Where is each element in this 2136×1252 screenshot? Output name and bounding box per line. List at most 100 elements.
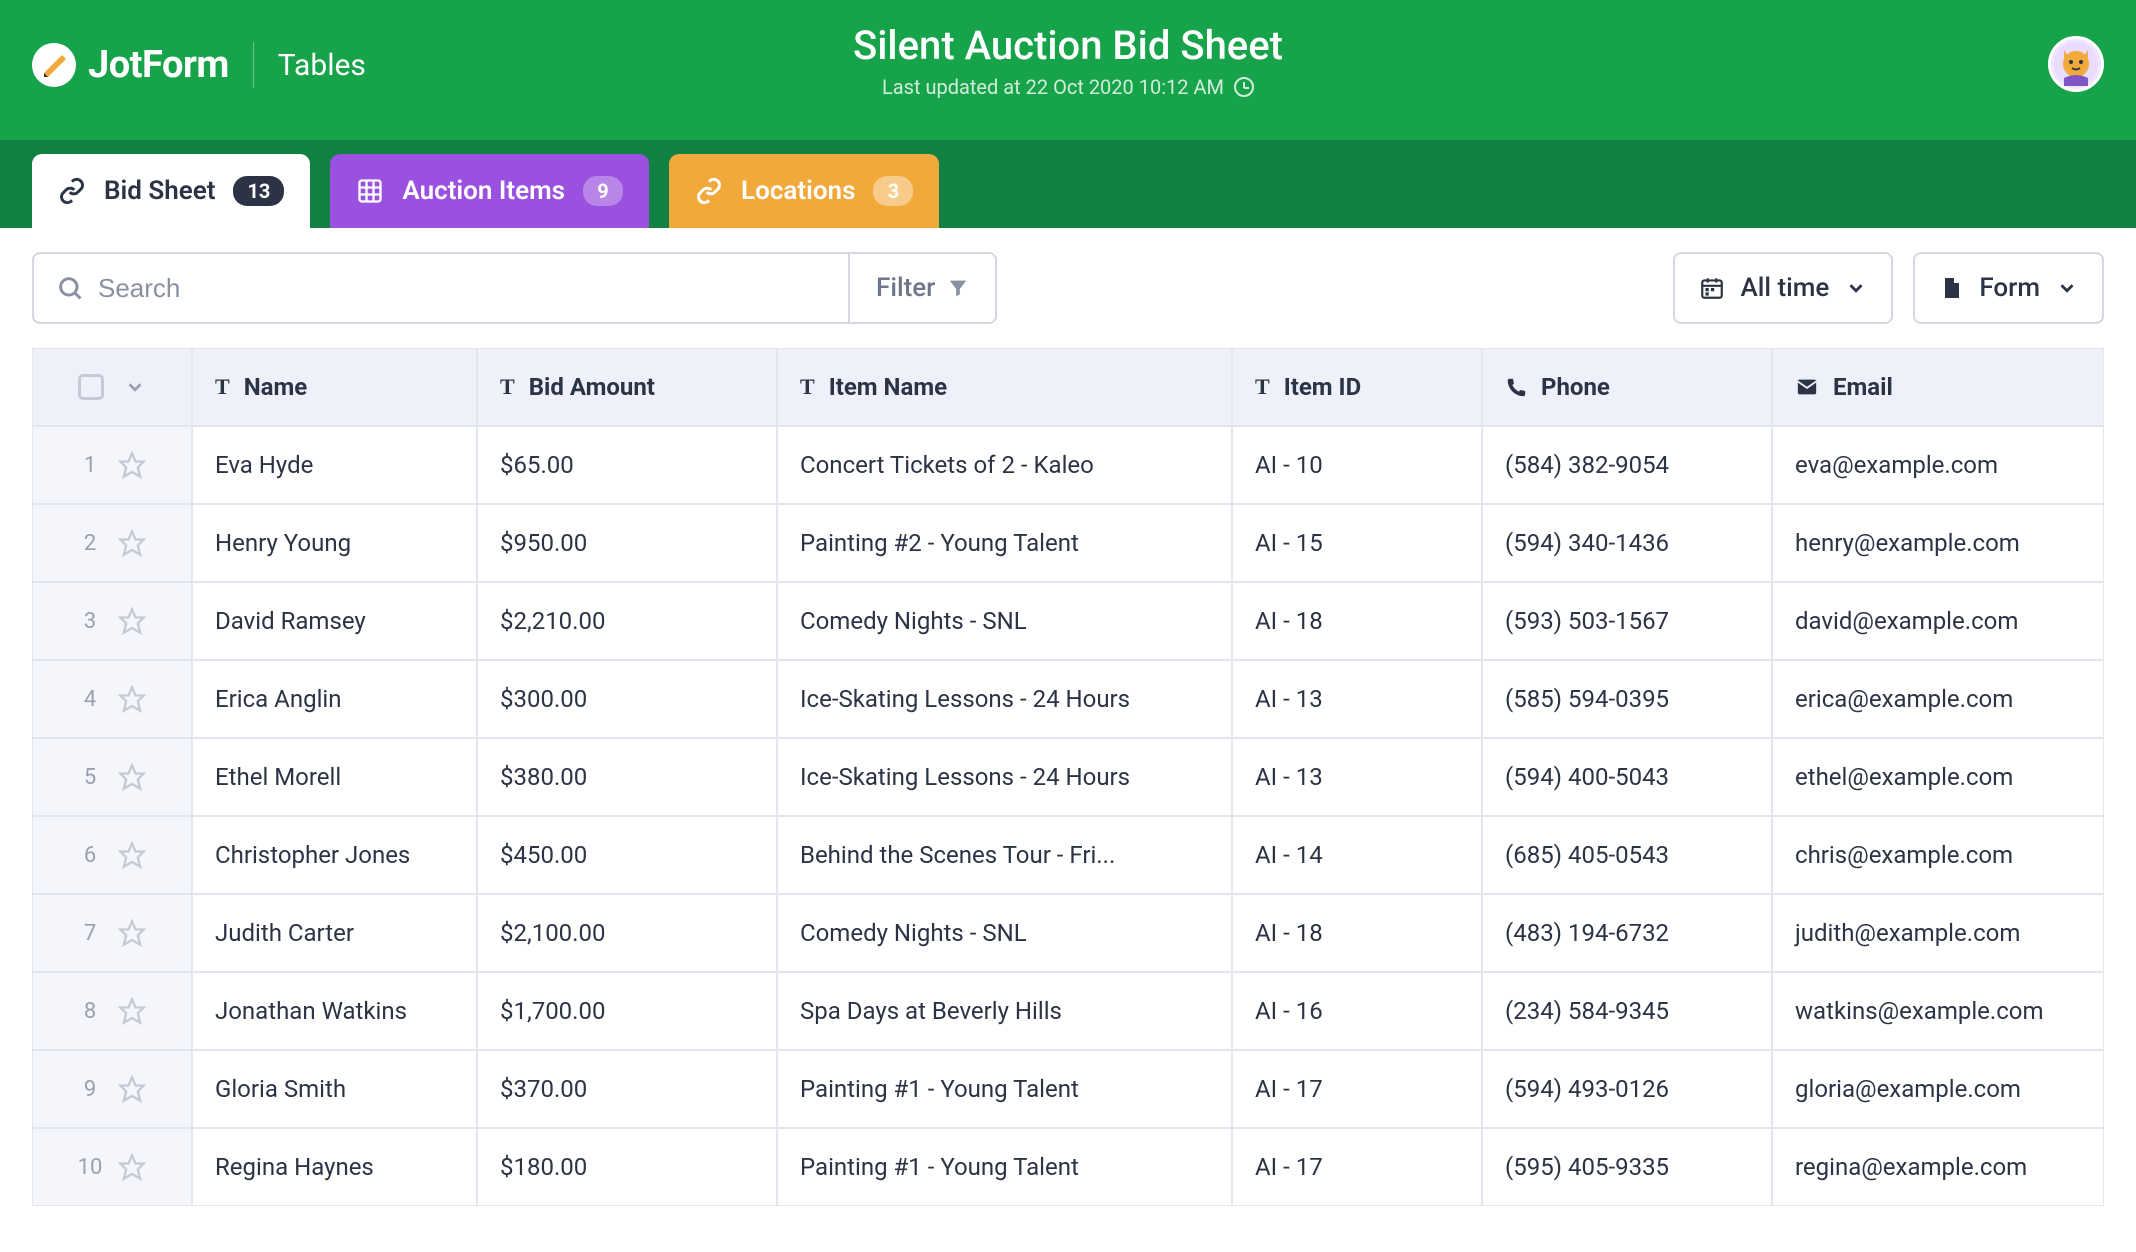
table-row[interactable]: 7Judith Carter$2,100.00Comedy Nights - S… bbox=[32, 894, 2104, 972]
search-box[interactable] bbox=[34, 254, 848, 322]
table-row[interactable]: 8Jonathan Watkins$1,700.00Spa Days at Be… bbox=[32, 972, 2104, 1050]
cell-item-id[interactable]: AI - 13 bbox=[1232, 738, 1482, 816]
brand-section[interactable]: Tables bbox=[278, 48, 366, 83]
cell-phone[interactable]: (594) 340-1436 bbox=[1482, 504, 1772, 582]
logo[interactable]: JotForm bbox=[32, 43, 229, 87]
row-selector-cell[interactable]: 7 bbox=[32, 894, 192, 972]
tab-auction-items[interactable]: Auction Items 9 bbox=[330, 154, 649, 228]
cell-item-id[interactable]: AI - 15 bbox=[1232, 504, 1482, 582]
tab-locations[interactable]: Locations 3 bbox=[669, 154, 939, 228]
table-row[interactable]: 6Christopher Jones$450.00Behind the Scen… bbox=[32, 816, 2104, 894]
cell-name[interactable]: Eva Hyde bbox=[192, 426, 477, 504]
row-selector-cell[interactable]: 4 bbox=[32, 660, 192, 738]
cell-item-id[interactable]: AI - 18 bbox=[1232, 894, 1482, 972]
favorite-star-icon[interactable] bbox=[118, 529, 146, 557]
table-row[interactable]: 3David Ramsey$2,210.00Comedy Nights - SN… bbox=[32, 582, 2104, 660]
cell-email[interactable]: watkins@example.com bbox=[1772, 972, 2104, 1050]
cell-phone[interactable]: (594) 493-0126 bbox=[1482, 1050, 1772, 1128]
cell-email[interactable]: david@example.com bbox=[1772, 582, 2104, 660]
cell-item-name[interactable]: Concert Tickets of 2 - Kaleo bbox=[777, 426, 1232, 504]
cell-name[interactable]: David Ramsey bbox=[192, 582, 477, 660]
cell-item-name[interactable]: Comedy Nights - SNL bbox=[777, 894, 1232, 972]
form-dropdown[interactable]: Form bbox=[1913, 252, 2104, 324]
cell-email[interactable]: judith@example.com bbox=[1772, 894, 2104, 972]
search-input[interactable] bbox=[98, 273, 826, 304]
row-selector-cell[interactable]: 10 bbox=[32, 1128, 192, 1206]
row-selector-cell[interactable]: 1 bbox=[32, 426, 192, 504]
column-header-item-name[interactable]: TItem Name bbox=[777, 348, 1232, 426]
cell-item-id[interactable]: AI - 10 bbox=[1232, 426, 1482, 504]
cell-name[interactable]: Henry Young bbox=[192, 504, 477, 582]
cell-email[interactable]: henry@example.com bbox=[1772, 504, 2104, 582]
favorite-star-icon[interactable] bbox=[118, 841, 146, 869]
cell-item-id[interactable]: AI - 16 bbox=[1232, 972, 1482, 1050]
cell-email[interactable]: erica@example.com bbox=[1772, 660, 2104, 738]
cell-phone[interactable]: (585) 594-0395 bbox=[1482, 660, 1772, 738]
column-header-item-id[interactable]: TItem ID bbox=[1232, 348, 1482, 426]
select-all-header[interactable] bbox=[32, 348, 192, 426]
favorite-star-icon[interactable] bbox=[118, 763, 146, 791]
favorite-star-icon[interactable] bbox=[118, 607, 146, 635]
cell-phone[interactable]: (685) 405-0543 bbox=[1482, 816, 1772, 894]
cell-item-name[interactable]: Painting #1 - Young Talent bbox=[777, 1050, 1232, 1128]
document-title[interactable]: Silent Auction Bid Sheet bbox=[853, 22, 1283, 69]
cell-item-id[interactable]: AI - 17 bbox=[1232, 1128, 1482, 1206]
cell-item-name[interactable]: Ice-Skating Lessons - 24 Hours bbox=[777, 660, 1232, 738]
column-header-email[interactable]: Email bbox=[1772, 348, 2104, 426]
cell-name[interactable]: Gloria Smith bbox=[192, 1050, 477, 1128]
row-selector-cell[interactable]: 5 bbox=[32, 738, 192, 816]
cell-bid-amount[interactable]: $450.00 bbox=[477, 816, 777, 894]
cell-item-name[interactable]: Behind the Scenes Tour - Fri... bbox=[777, 816, 1232, 894]
cell-bid-amount[interactable]: $2,210.00 bbox=[477, 582, 777, 660]
cell-bid-amount[interactable]: $380.00 bbox=[477, 738, 777, 816]
table-row[interactable]: 10Regina Haynes$180.00Painting #1 - Youn… bbox=[32, 1128, 2104, 1206]
table-row[interactable]: 1Eva Hyde$65.00Concert Tickets of 2 - Ka… bbox=[32, 426, 2104, 504]
cell-item-id[interactable]: AI - 18 bbox=[1232, 582, 1482, 660]
cell-email[interactable]: regina@example.com bbox=[1772, 1128, 2104, 1206]
cell-phone[interactable]: (595) 405-9335 bbox=[1482, 1128, 1772, 1206]
time-filter-dropdown[interactable]: All time bbox=[1673, 252, 1894, 324]
cell-item-id[interactable]: AI - 17 bbox=[1232, 1050, 1482, 1128]
row-selector-cell[interactable]: 6 bbox=[32, 816, 192, 894]
cell-email[interactable]: ethel@example.com bbox=[1772, 738, 2104, 816]
favorite-star-icon[interactable] bbox=[118, 451, 146, 479]
cell-bid-amount[interactable]: $370.00 bbox=[477, 1050, 777, 1128]
cell-bid-amount[interactable]: $1,700.00 bbox=[477, 972, 777, 1050]
table-row[interactable]: 4Erica Anglin$300.00Ice-Skating Lessons … bbox=[32, 660, 2104, 738]
favorite-star-icon[interactable] bbox=[118, 1153, 146, 1181]
cell-email[interactable]: chris@example.com bbox=[1772, 816, 2104, 894]
cell-item-id[interactable]: AI - 14 bbox=[1232, 816, 1482, 894]
cell-bid-amount[interactable]: $2,100.00 bbox=[477, 894, 777, 972]
cell-name[interactable]: Erica Anglin bbox=[192, 660, 477, 738]
column-header-bid-amount[interactable]: TBid Amount bbox=[477, 348, 777, 426]
chevron-down-icon[interactable] bbox=[124, 376, 146, 398]
table-row[interactable]: 2Henry Young$950.00Painting #2 - Young T… bbox=[32, 504, 2104, 582]
cell-item-name[interactable]: Spa Days at Beverly Hills bbox=[777, 972, 1232, 1050]
favorite-star-icon[interactable] bbox=[118, 919, 146, 947]
cell-phone[interactable]: (584) 382-9054 bbox=[1482, 426, 1772, 504]
cell-item-name[interactable]: Ice-Skating Lessons - 24 Hours bbox=[777, 738, 1232, 816]
column-header-phone[interactable]: Phone bbox=[1482, 348, 1772, 426]
cell-bid-amount[interactable]: $300.00 bbox=[477, 660, 777, 738]
cell-bid-amount[interactable]: $180.00 bbox=[477, 1128, 777, 1206]
cell-email[interactable]: gloria@example.com bbox=[1772, 1050, 2104, 1128]
row-selector-cell[interactable]: 8 bbox=[32, 972, 192, 1050]
cell-name[interactable]: Regina Haynes bbox=[192, 1128, 477, 1206]
column-header-name[interactable]: TName bbox=[192, 348, 477, 426]
favorite-star-icon[interactable] bbox=[118, 997, 146, 1025]
cell-name[interactable]: Ethel Morell bbox=[192, 738, 477, 816]
cell-name[interactable]: Judith Carter bbox=[192, 894, 477, 972]
cell-name[interactable]: Christopher Jones bbox=[192, 816, 477, 894]
cell-bid-amount[interactable]: $65.00 bbox=[477, 426, 777, 504]
row-selector-cell[interactable]: 2 bbox=[32, 504, 192, 582]
table-row[interactable]: 5Ethel Morell$380.00Ice-Skating Lessons … bbox=[32, 738, 2104, 816]
cell-item-name[interactable]: Painting #2 - Young Talent bbox=[777, 504, 1232, 582]
cell-phone[interactable]: (483) 194-6732 bbox=[1482, 894, 1772, 972]
cell-name[interactable]: Jonathan Watkins bbox=[192, 972, 477, 1050]
select-all-checkbox[interactable] bbox=[78, 374, 104, 400]
tab-bid-sheet[interactable]: Bid Sheet 13 bbox=[32, 154, 310, 228]
cell-bid-amount[interactable]: $950.00 bbox=[477, 504, 777, 582]
cell-phone[interactable]: (593) 503-1567 bbox=[1482, 582, 1772, 660]
row-selector-cell[interactable]: 3 bbox=[32, 582, 192, 660]
cell-email[interactable]: eva@example.com bbox=[1772, 426, 2104, 504]
